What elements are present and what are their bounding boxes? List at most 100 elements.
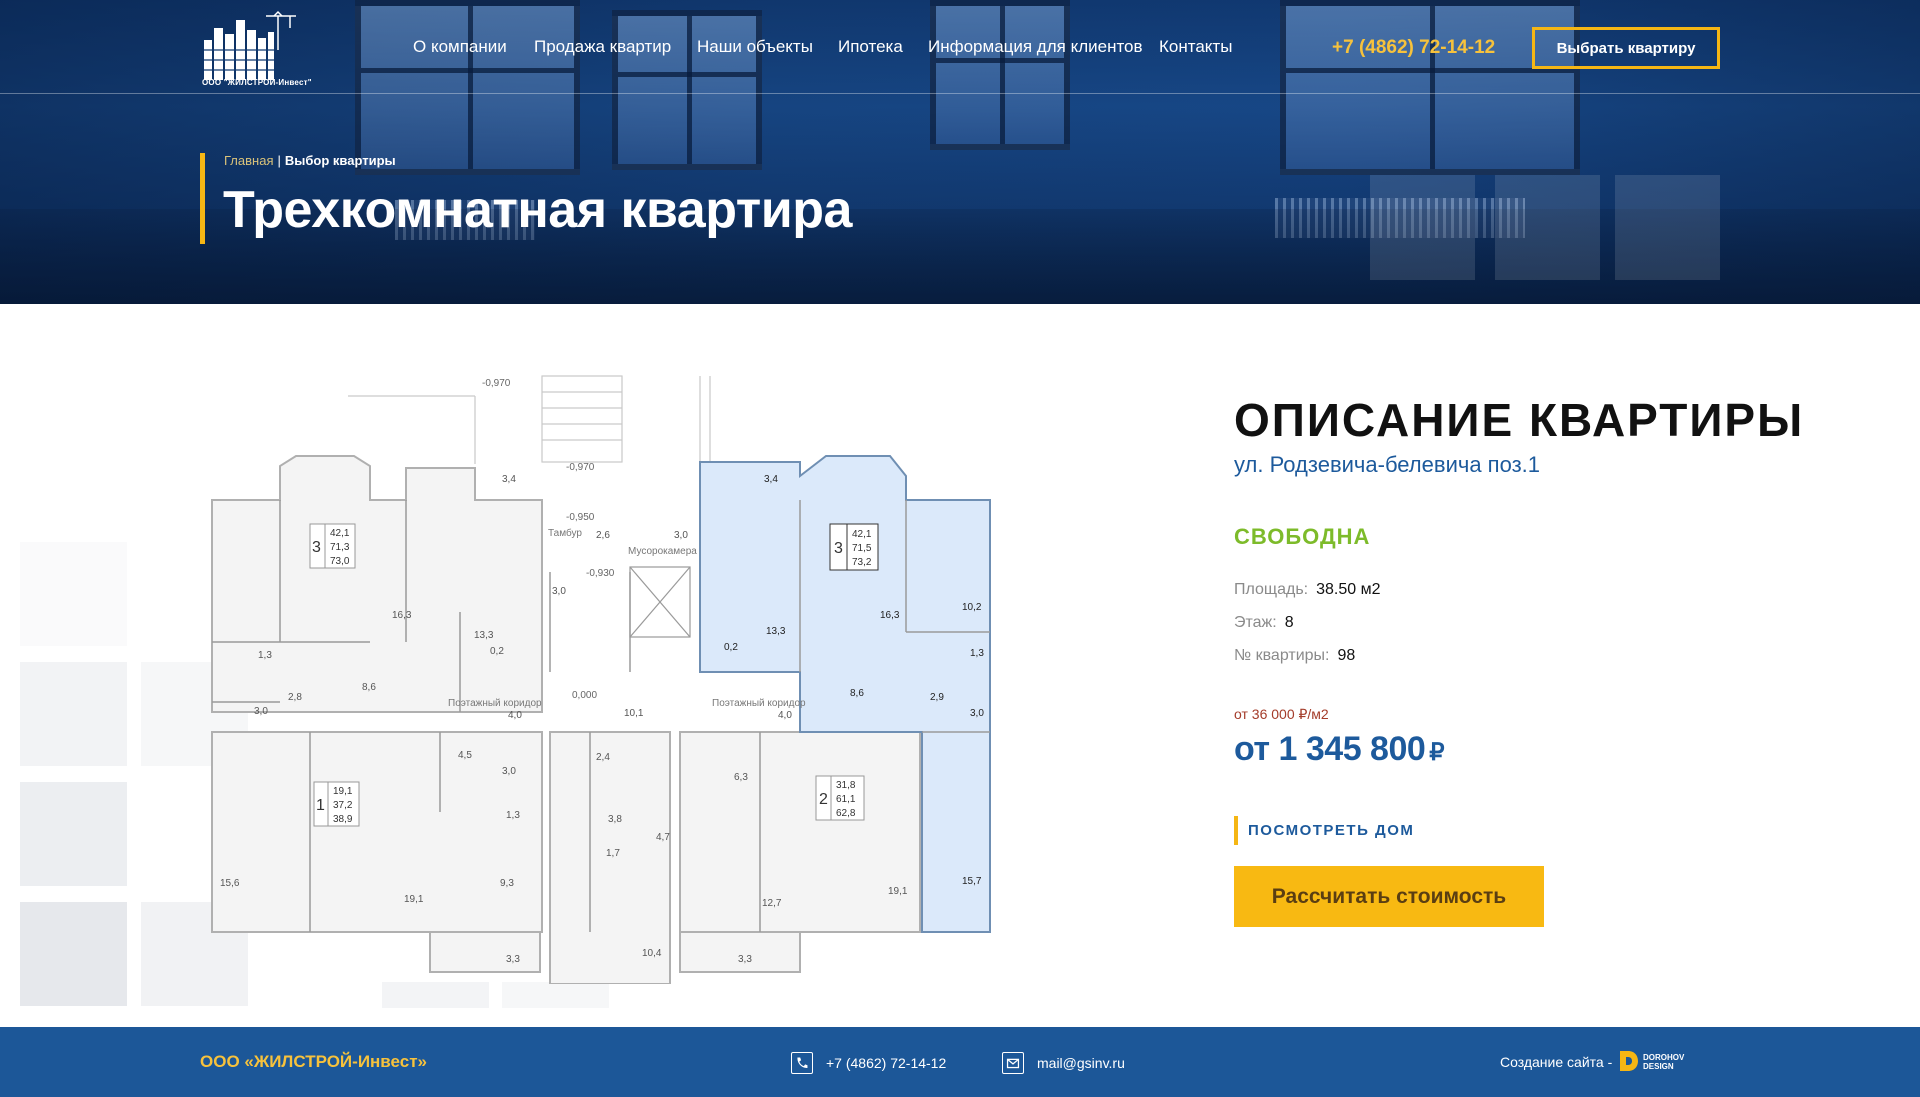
room-area-label: 2,8 <box>288 692 302 703</box>
deco-square <box>20 782 127 886</box>
apartment-area: 19,1 <box>333 786 353 797</box>
level-mark: -0,970 <box>566 462 595 473</box>
room-area-label: 13,3 <box>474 630 494 641</box>
room-area-label: 16,3 <box>880 610 900 621</box>
plan-room-name: Поэтажный коридор <box>448 698 542 709</box>
plan-room-name: Мусорокамера <box>628 546 697 557</box>
room-area-label: 3,4 <box>764 474 778 485</box>
plan-room-name: Тамбур <box>548 527 582 539</box>
room-area-label: 10,1 <box>624 708 644 719</box>
apartment-area: 73,2 <box>852 557 872 568</box>
price-value: от 1 345 800 <box>1234 730 1426 768</box>
hero-window <box>930 0 1070 150</box>
room-area-label: 4,5 <box>458 750 472 761</box>
room-area-label: 12,7 <box>762 898 782 909</box>
level-mark: -0,930 <box>586 568 615 579</box>
price-per-m2: от 36 000 ₽/м2 <box>1234 706 1329 722</box>
level-mark: 0,000 <box>572 690 597 701</box>
apartment-area: 38,9 <box>333 814 353 825</box>
room-area-label: 9,3 <box>500 878 514 889</box>
room-area-label: 3,0 <box>674 530 688 541</box>
choose-apartment-button[interactable]: Выбрать квартиру <box>1532 27 1720 69</box>
apartment-tag[interactable]: 1 19,1 37,2 38,9 <box>313 781 360 827</box>
breadcrumb: Главная | Выбор квартиры <box>224 153 396 168</box>
room-area-label: 3,3 <box>506 954 520 965</box>
nav-item-mortgage[interactable]: Ипотека <box>838 37 903 57</box>
header-divider <box>0 93 1920 94</box>
property-value: 8 <box>1284 614 1294 631</box>
footer-credit: Создание сайта - <box>1500 1054 1613 1070</box>
property-value: 98 <box>1337 647 1356 664</box>
property-key: Этаж: <box>1234 614 1277 631</box>
apartment-rooms: 3 <box>312 539 321 556</box>
apartment-rooms: 3 <box>834 540 843 557</box>
nav-item-sales[interactable]: Продажа квартир <box>534 37 671 57</box>
title-accent-bar <box>200 153 205 244</box>
hero-banner: ООО "ЖИЛСТРОЙ-Инвест" О компании Продажа… <box>0 0 1920 304</box>
breadcrumb-home[interactable]: Главная <box>224 153 273 168</box>
currency-sign: ₽ <box>1429 739 1445 766</box>
view-house-link[interactable]: ПОСМОТРЕТЬ ДОМ <box>1234 816 1414 845</box>
footer-phone[interactable]: +7 (4862) 72-14-12 <box>826 1055 946 1071</box>
total-price: от 1 345 800 ₽ <box>1234 730 1445 769</box>
room-area-label: 3,0 <box>552 586 566 597</box>
room-area-label: 15,7 <box>962 876 982 887</box>
apartment-tag[interactable]: 3 42,1 71,3 73,0 <box>309 523 356 569</box>
address: ул. Родзевича-белевича поз.1 <box>1234 452 1541 477</box>
room-area-label: 4,7 <box>656 832 670 843</box>
room-area-label: 4,0 <box>508 710 522 721</box>
room-area-label: 15,6 <box>220 878 240 889</box>
floor-plan[interactable]: 3 42,1 71,3 73,0 3 42,1 71,5 73,2 1 19,1… <box>200 372 1030 984</box>
footer: ООО «ЖИЛСТРОЙ-Инвест» +7 (4862) 72-14-12… <box>0 1027 1920 1097</box>
deco-square <box>502 982 609 1008</box>
header-phone[interactable]: +7 (4862) 72-14-12 <box>1332 37 1495 59</box>
breadcrumb-current: Выбор квартиры <box>284 153 396 168</box>
room-area-label: 2,4 <box>596 752 610 763</box>
nav-item-client-info[interactable]: Информация для клиентов <box>928 37 1143 57</box>
room-area-label: 8,6 <box>362 682 376 693</box>
footer-email[interactable]: mail@gsinv.ru <box>1037 1055 1125 1071</box>
room-area-label: 0,2 <box>724 642 738 653</box>
apartment-tag-selected[interactable]: 3 42,1 71,5 73,2 <box>829 523 879 571</box>
room-area-label: 3,0 <box>970 708 984 719</box>
room-area-label: 16,3 <box>392 610 412 621</box>
property-number: № квартиры: 98 <box>1234 647 1355 665</box>
plan-room-name: Поэтажный коридор <box>712 698 806 709</box>
room-area-label: 3,4 <box>502 474 516 485</box>
breadcrumb-separator: | <box>277 153 281 168</box>
property-floor: Этаж: 8 <box>1234 614 1294 632</box>
level-mark: -0,970 <box>482 378 511 389</box>
property-value: 38.50 м2 <box>1316 581 1381 598</box>
status-badge: СВОБОДНА <box>1234 524 1371 549</box>
apartment-rooms: 1 <box>316 797 325 814</box>
room-area-label: 4,0 <box>778 710 792 721</box>
apartment-area: 61,1 <box>836 794 856 805</box>
description-title: ОПИСАНИЕ КВАРТИРЫ <box>1234 394 1805 446</box>
room-area-label: 2,6 <box>596 530 610 541</box>
room-area-label: 1,3 <box>506 810 520 821</box>
dorohov-design-logo[interactable]: DOROHOV DESIGN <box>1618 1048 1698 1074</box>
room-area-label: 19,1 <box>404 894 424 905</box>
mail-icon <box>1002 1052 1024 1074</box>
deco-square <box>20 662 127 766</box>
apartment-area: 71,3 <box>330 542 350 553</box>
room-area-label: 2,9 <box>930 692 944 703</box>
room-area-label: 0,2 <box>490 646 504 657</box>
calculate-cost-button[interactable]: Рассчитать стоимость <box>1234 866 1544 927</box>
room-area-label: 3,0 <box>254 706 268 717</box>
property-key: № квартиры: <box>1234 647 1330 664</box>
property-area: Площадь: 38.50 м2 <box>1234 581 1380 599</box>
room-area-label: 10,4 <box>642 948 662 959</box>
apartment-area: 37,2 <box>333 800 353 811</box>
apartment-area: 73,0 <box>330 556 350 567</box>
logo-caption: ООО "ЖИЛСТРОЙ-Инвест" <box>202 78 312 87</box>
apartment-area: 31,8 <box>836 780 856 791</box>
deco-square <box>20 902 127 1006</box>
nav-item-objects[interactable]: Наши объекты <box>697 37 813 57</box>
apartment-tag[interactable]: 2 31,8 61,1 62,8 <box>815 775 865 821</box>
nav-item-about[interactable]: О компании <box>413 37 507 57</box>
deco-square <box>20 542 127 646</box>
room-area-label: 8,6 <box>850 688 864 699</box>
brand-bottom: DESIGN <box>1643 1062 1674 1071</box>
nav-item-contacts[interactable]: Контакты <box>1159 37 1232 57</box>
